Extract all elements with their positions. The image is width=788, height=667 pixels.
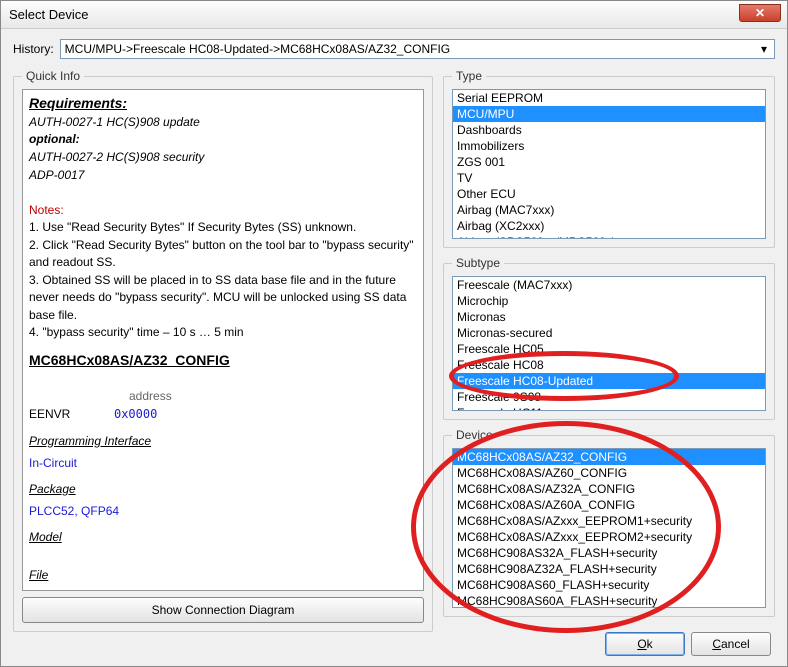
show-connection-diagram-button[interactable]: Show Connection Diagram xyxy=(22,597,424,623)
list-item[interactable]: Immobilizers xyxy=(453,138,765,154)
type-listbox[interactable]: Serial EEPROMMCU/MPUDashboardsImmobilize… xyxy=(452,89,766,239)
list-item[interactable]: Airbag (MAC7xxx) xyxy=(453,202,765,218)
history-value: MCU/MPU->Freescale HC08-Updated->MC68HCx… xyxy=(65,42,450,56)
list-item[interactable]: Micronas xyxy=(453,309,765,325)
ok-button[interactable]: Ok xyxy=(605,632,685,656)
quickinfo-group: Quick Info Requirements: AUTH-0027-1 HC(… xyxy=(13,69,433,632)
list-item[interactable]: MC68HC908AZ32A_FLASH+security xyxy=(453,561,765,577)
subtype-group: Subtype Freescale (MAC7xxx)MicrochipMicr… xyxy=(443,256,775,420)
list-item[interactable]: MC68HC908AS60A_FLASH+security xyxy=(453,593,765,608)
list-item[interactable]: MC68HCx08AS/AZxxx_EEPROM1+security xyxy=(453,513,765,529)
list-item[interactable]: MC68HCx08AS/AZ60_CONFIG xyxy=(453,465,765,481)
list-item[interactable]: Freescale HC11 xyxy=(453,405,765,411)
subtype-listbox[interactable]: Freescale (MAC7xxx)MicrochipMicronasMicr… xyxy=(452,276,766,411)
list-item[interactable]: Microchip xyxy=(453,293,765,309)
history-combobox[interactable]: MCU/MPU->Freescale HC08-Updated->MC68HCx… xyxy=(60,39,775,59)
list-item[interactable]: MCU/MPU xyxy=(453,106,765,122)
device-legend: Device xyxy=(452,428,497,442)
window-title: Select Device xyxy=(9,7,88,22)
list-item[interactable]: MC68HCx08AS/AZ60A_CONFIG xyxy=(453,497,765,513)
quickinfo-legend: Quick Info xyxy=(22,69,84,83)
close-button[interactable]: ✕ xyxy=(739,4,781,22)
titlebar: Select Device ✕ xyxy=(1,1,787,29)
device-listbox[interactable]: MC68HCx08AS/AZ32_CONFIGMC68HCx08AS/AZ60_… xyxy=(452,448,766,608)
chevron-down-icon: ▾ xyxy=(756,41,772,57)
list-item[interactable]: Dashboards xyxy=(453,122,765,138)
subtype-legend: Subtype xyxy=(452,256,504,270)
list-item[interactable]: Freescale HC08-Updated xyxy=(453,373,765,389)
list-item[interactable]: Other ECU xyxy=(453,186,765,202)
history-label: History: xyxy=(13,42,54,56)
device-group: Device MC68HCx08AS/AZ32_CONFIGMC68HCx08A… xyxy=(443,428,775,617)
list-item[interactable]: Airbag (XC2xxx) xyxy=(453,218,765,234)
quickinfo-text[interactable]: Requirements: AUTH-0027-1 HC(S)908 updat… xyxy=(22,89,424,591)
list-item[interactable]: Freescale HC05 xyxy=(453,341,765,357)
list-item[interactable]: MC68HCx08AS/AZ32_CONFIG xyxy=(453,449,765,465)
cancel-button[interactable]: Cancel xyxy=(691,632,771,656)
type-legend: Type xyxy=(452,69,486,83)
list-item[interactable]: TV xyxy=(453,170,765,186)
list-item[interactable]: MC68HCx08AS/AZ32A_CONFIG xyxy=(453,481,765,497)
list-item[interactable]: MC68HC908AS60_FLASH+security xyxy=(453,577,765,593)
list-item[interactable]: Airbag (SPC560xx/MPC560x) xyxy=(453,234,765,239)
close-icon: ✕ xyxy=(755,6,765,20)
list-item[interactable]: Micronas-secured xyxy=(453,325,765,341)
list-item[interactable]: Serial EEPROM xyxy=(453,90,765,106)
type-group: Type Serial EEPROMMCU/MPUDashboardsImmob… xyxy=(443,69,775,248)
list-item[interactable]: MC68HCx08AS/AZxxx_EEPROM2+security xyxy=(453,529,765,545)
list-item[interactable]: Freescale 9S08 xyxy=(453,389,765,405)
list-item[interactable]: Freescale HC08 xyxy=(453,357,765,373)
list-item[interactable]: ZGS 001 xyxy=(453,154,765,170)
list-item[interactable]: MC68HC908AS32A_FLASH+security xyxy=(453,545,765,561)
list-item[interactable]: Freescale (MAC7xxx) xyxy=(453,277,765,293)
